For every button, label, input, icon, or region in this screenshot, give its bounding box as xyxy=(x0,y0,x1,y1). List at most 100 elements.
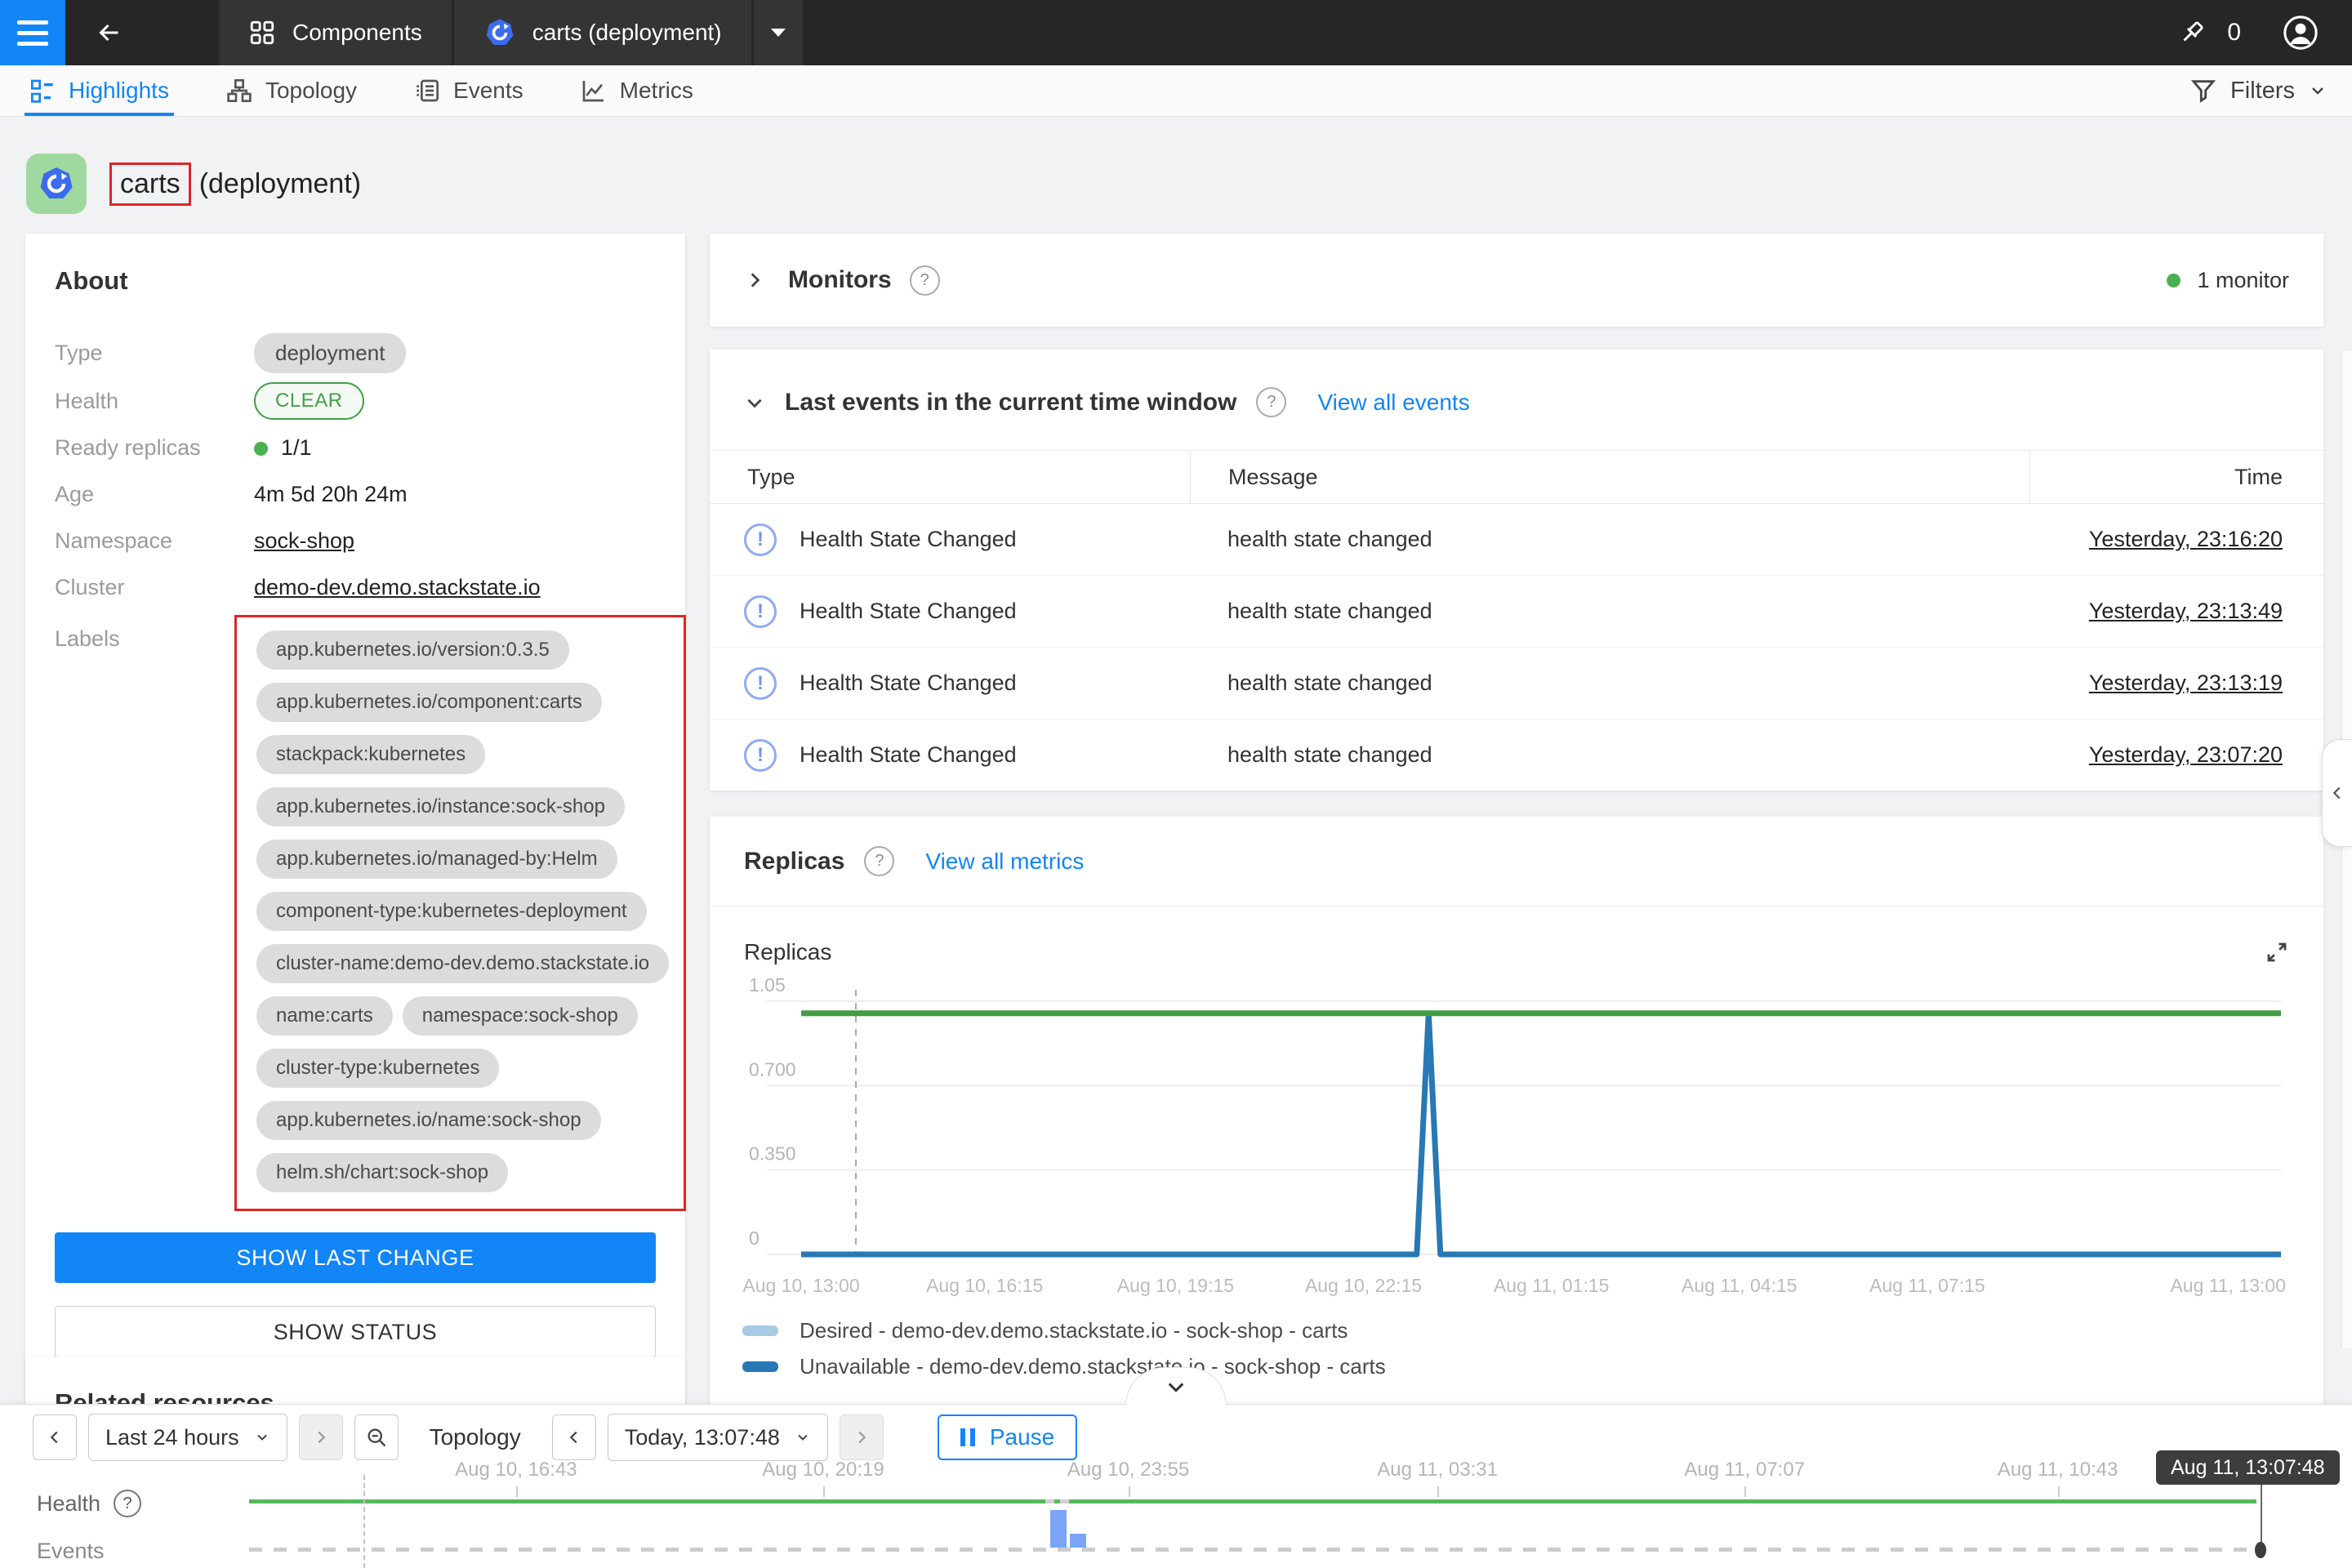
last-events-help-icon[interactable] xyxy=(1256,387,1286,417)
event-time-link[interactable]: Yesterday, 23:16:20 xyxy=(2089,527,2283,551)
event-row[interactable]: Health State Changed health state change… xyxy=(710,576,2323,648)
pin-count: 0 xyxy=(2227,19,2241,47)
column-header-time: Time xyxy=(2029,451,2323,503)
event-row[interactable]: Health State Changed health state change… xyxy=(710,504,2323,576)
svg-text:Aug 10, 16:15: Aug 10, 16:15 xyxy=(926,1275,1043,1296)
last-events-panel: Last events in the current time window V… xyxy=(710,350,2323,791)
replicas-help-icon[interactable] xyxy=(864,846,894,876)
chevron-down-icon xyxy=(2308,81,2328,100)
label-chip: cluster-name:demo-dev.demo.stackstate.io xyxy=(256,944,669,983)
tab-topology[interactable]: Topology xyxy=(221,65,362,116)
event-count-bar[interactable] xyxy=(1050,1510,1067,1548)
chevron-right-icon[interactable] xyxy=(744,270,765,291)
pin-icon[interactable] xyxy=(2176,17,2207,48)
tab-entity-label: carts (deployment) xyxy=(532,20,722,46)
right-panel-collapse-handle[interactable] xyxy=(2322,739,2352,847)
chart-title: Replicas xyxy=(744,939,831,965)
filters-button[interactable]: Filters xyxy=(2189,65,2328,116)
svg-text:Aug 11, 07:15: Aug 11, 07:15 xyxy=(1869,1275,1985,1296)
deployment-icon xyxy=(37,164,76,203)
back-button[interactable] xyxy=(65,0,154,65)
svg-text:Aug 10, 22:15: Aug 10, 22:15 xyxy=(1305,1275,1422,1296)
view-all-metrics-link[interactable]: View all metrics xyxy=(925,849,1084,875)
filter-funnel-icon xyxy=(2189,77,2217,105)
replicas-title: Replicas xyxy=(744,848,844,875)
legend-item-desired[interactable]: Desired - demo-dev.demo.stackstate.io - … xyxy=(742,1312,2291,1348)
tab-entity-carts[interactable]: carts (deployment) xyxy=(454,0,751,65)
timeline-track[interactable]: Aug 10, 16:43Aug 10, 20:19Aug 10, 23:55A… xyxy=(249,1405,2256,1568)
avatar-icon[interactable] xyxy=(2282,14,2319,51)
timeline-tick-mark xyxy=(1744,1486,1746,1497)
current-time-pin-dot[interactable] xyxy=(2255,1542,2266,1558)
about-row-type: Type deployment xyxy=(55,333,656,373)
about-row-age: Age 4m 5d 20h 24m xyxy=(55,475,656,513)
cluster-link[interactable]: demo-dev.demo.stackstate.io xyxy=(254,575,541,600)
show-last-change-button[interactable]: SHOW LAST CHANGE xyxy=(55,1232,656,1283)
event-message: health state changed xyxy=(1190,527,2029,552)
events-table-header: Type Message Time xyxy=(710,450,2323,504)
event-time-link[interactable]: Yesterday, 23:07:20 xyxy=(2089,742,2283,767)
timeline-tick-label: Aug 10, 16:43 xyxy=(455,1459,577,1481)
tab-events[interactable]: Events xyxy=(409,65,528,116)
about-row-labels: Labels app.kubernetes.io/version:0.3.5 a… xyxy=(55,615,656,1211)
namespace-label: Namespace xyxy=(55,528,254,554)
filters-label: Filters xyxy=(2230,78,2295,105)
tab-dropdown-button[interactable] xyxy=(754,0,803,65)
monitors-panel[interactable]: Monitors 1 monitor xyxy=(710,234,2323,327)
metrics-icon xyxy=(581,78,607,104)
event-type: Health State Changed xyxy=(800,742,1017,768)
event-type: Health State Changed xyxy=(800,670,1017,696)
tab-components-label: Components xyxy=(292,20,422,46)
scrollbar-track[interactable] xyxy=(2341,351,2352,1348)
chevron-down-icon[interactable] xyxy=(744,392,765,413)
type-label: Type xyxy=(55,341,254,366)
event-type: Health State Changed xyxy=(800,599,1017,624)
expand-chart-icon[interactable] xyxy=(2265,940,2289,964)
about-row-namespace: Namespace sock-shop xyxy=(55,522,656,559)
time-range-value: Last 24 hours xyxy=(105,1425,239,1450)
health-help-icon[interactable] xyxy=(114,1490,141,1517)
event-time-link[interactable]: Yesterday, 23:13:49 xyxy=(2089,599,2283,623)
replicas-line-chart[interactable]: 1.050.7000.3500Aug 10, 13:00Aug 10, 16:1… xyxy=(742,969,2291,1303)
chart-legend: Desired - demo-dev.demo.stackstate.io - … xyxy=(742,1312,2291,1384)
event-row[interactable]: Health State Changed health state change… xyxy=(710,648,2323,719)
last-events-header: Last events in the current time window V… xyxy=(710,350,2323,450)
legend-label-desired: Desired - demo-dev.demo.stackstate.io - … xyxy=(800,1318,1348,1343)
health-timeline-line xyxy=(249,1499,2256,1503)
event-type: Health State Changed xyxy=(800,527,1017,552)
event-count-bar[interactable] xyxy=(1070,1534,1086,1548)
page-title: carts(deployment) xyxy=(109,163,361,206)
topbar-right: 0 xyxy=(2176,0,2352,65)
timeline-change-marker xyxy=(363,1475,365,1568)
age-value: 4m 5d 20h 24m xyxy=(254,482,408,507)
namespace-link[interactable]: sock-shop xyxy=(254,528,354,554)
svg-text:0: 0 xyxy=(749,1227,760,1249)
hamburger-menu-button[interactable] xyxy=(0,0,65,65)
deployment-type-icon xyxy=(26,154,87,214)
health-label: Health xyxy=(55,389,254,414)
event-time-link[interactable]: Yesterday, 23:13:19 xyxy=(2089,670,2283,695)
tab-highlights[interactable]: Highlights xyxy=(24,65,174,116)
column-header-message: Message xyxy=(1190,451,2029,503)
monitor-count: 1 monitor xyxy=(2167,268,2289,293)
replicas-header: Replicas View all metrics xyxy=(710,817,2323,906)
monitors-help-icon[interactable] xyxy=(910,265,940,296)
tab-metrics[interactable]: Metrics xyxy=(576,65,698,116)
legend-item-unavailable[interactable]: Unavailable - demo-dev.demo.stackstate.i… xyxy=(742,1348,2291,1384)
labels-annotated-box: app.kubernetes.io/version:0.3.5 app.kube… xyxy=(234,615,686,1211)
components-grid-icon xyxy=(248,19,276,47)
tab-components[interactable]: Components xyxy=(219,0,452,65)
about-row-health: Health CLEAR xyxy=(55,382,656,420)
current-time-badge: Aug 11, 13:07:48 xyxy=(2156,1450,2340,1485)
label-chip: app.kubernetes.io/managed-by:Helm xyxy=(256,840,617,879)
event-info-icon xyxy=(744,739,777,772)
label-chip: component-type:kubernetes-deployment xyxy=(256,892,647,931)
label-chip: app.kubernetes.io/component:carts xyxy=(256,683,602,722)
last-events-title: Last events in the current time window xyxy=(785,389,1236,416)
view-all-events-link[interactable]: View all events xyxy=(1317,390,1469,416)
event-row[interactable]: Health State Changed health state change… xyxy=(710,719,2323,791)
show-status-button[interactable]: SHOW STATUS xyxy=(55,1306,656,1358)
health-gap-segment xyxy=(1060,1499,1069,1503)
range-previous-button[interactable] xyxy=(33,1414,77,1460)
tab-topology-label: Topology xyxy=(265,78,357,104)
